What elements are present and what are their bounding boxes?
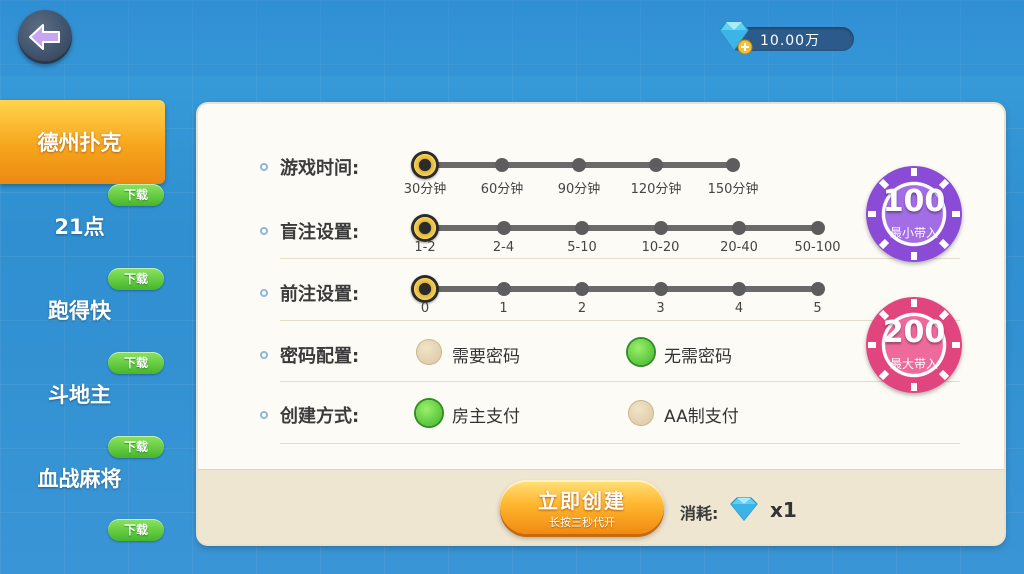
game-time-option-label: 30分钟: [403, 182, 447, 197]
cost-label: 消耗:: [680, 504, 719, 523]
ante-label: 前注设置:: [260, 280, 359, 306]
tab-blackjack[interactable]: 21点: [0, 184, 165, 268]
divider: [280, 258, 960, 259]
ante-option-label: 1: [499, 301, 508, 316]
blind-option-label: 10-20: [641, 240, 680, 255]
tab-label: 跑得快: [48, 299, 111, 323]
max-buyin-label: 最大带入: [889, 357, 938, 371]
min-buyin-value: 100: [882, 184, 946, 219]
game-time-stop[interactable]: [572, 158, 586, 172]
game-time-label: 游戏时间:: [260, 154, 359, 180]
tab-mahjong[interactable]: 血战麻将: [0, 436, 165, 520]
blind-stop[interactable]: [810, 221, 825, 235]
top-bar: [0, 0, 1024, 76]
divider: [280, 443, 960, 444]
arrow-left-icon: [29, 24, 60, 50]
divider: [280, 381, 960, 382]
tab-doudizhu[interactable]: 斗地主: [0, 352, 165, 436]
ante-option-label: 0: [420, 301, 430, 316]
blind-option-label: 5-10: [567, 240, 597, 255]
ante-stop[interactable]: [575, 282, 589, 296]
divider: [280, 320, 960, 321]
blind-stop[interactable]: [575, 221, 589, 235]
password-required-radio[interactable]: [416, 339, 442, 365]
download-button[interactable]: 下载: [108, 519, 164, 541]
cost-value: x1: [770, 498, 797, 522]
blind-option-label: 50-100: [794, 240, 841, 255]
min-buyin-label: 最小带入: [889, 226, 938, 240]
game-time-stop[interactable]: [726, 158, 740, 172]
blind-option-label: 2-4: [492, 240, 515, 255]
ante-stop[interactable]: [810, 282, 825, 296]
create-mode-label: 创建方式:: [260, 402, 359, 428]
bullet-icon: [260, 227, 268, 235]
create-room-panel: 游戏时间: 盲注设置: 前注设置: 密码配置: 需要密码 无需密码 创建方式: …: [198, 104, 1004, 544]
ante-option-label: 5: [813, 301, 822, 316]
max-buyin-value: 200: [882, 315, 946, 350]
bullet-icon: [260, 351, 268, 359]
tab-run-fast[interactable]: 跑得快: [0, 268, 165, 352]
no-password-radio[interactable]: [628, 339, 654, 365]
blind-option-label: 1-2: [414, 240, 436, 255]
game-time-knob[interactable]: [411, 151, 439, 179]
game-time-option-label: 90分钟: [557, 182, 601, 197]
blind-stop[interactable]: [732, 221, 746, 235]
blind-label: 盲注设置:: [260, 218, 359, 244]
no-password-label: 无需密码: [664, 347, 732, 367]
aa-pay-label: AA制支付: [664, 407, 739, 427]
ante-stop[interactable]: [732, 282, 746, 296]
game-time-option-label: 120分钟: [630, 182, 682, 197]
host-pay-label: 房主支付: [452, 407, 520, 427]
blind-stop[interactable]: [653, 221, 668, 235]
ante-option-label: 2: [577, 301, 587, 316]
tab-texas-holdem[interactable]: 德州扑克: [0, 100, 165, 184]
aa-pay-radio[interactable]: [628, 400, 654, 426]
blind-knob[interactable]: [411, 214, 439, 242]
diamond-count: 10.00万: [760, 33, 821, 49]
host-pay-radio[interactable]: [416, 400, 442, 426]
bullet-icon: [260, 163, 268, 171]
bullet-icon: [260, 289, 268, 297]
ante-slider[interactable]: [425, 286, 817, 292]
blind-stop[interactable]: [496, 221, 511, 235]
back-button[interactable]: [18, 10, 72, 64]
game-time-option-label: 60分钟: [480, 182, 524, 197]
diamond-icon: [730, 497, 758, 521]
blind-option-label: 20-40: [720, 240, 758, 255]
password-label: 密码配置:: [260, 342, 359, 368]
create-now-sub: 长按三秒代开: [549, 516, 615, 529]
ante-knob[interactable]: [411, 275, 439, 303]
blind-slider[interactable]: [425, 225, 817, 231]
tab-label: 21点: [54, 215, 105, 239]
tab-label: 德州扑克: [37, 131, 122, 155]
game-time-option-label: 150分钟: [707, 182, 759, 197]
ante-option-label: 4: [734, 301, 744, 316]
game-time-stop[interactable]: [649, 158, 663, 172]
game-time-stop[interactable]: [495, 158, 509, 172]
diamond-plus-icon[interactable]: [714, 16, 754, 56]
ante-stop[interactable]: [496, 282, 511, 296]
password-required-label: 需要密码: [452, 347, 520, 367]
min-buyin-chip: 100 最小带入: [866, 166, 962, 262]
create-now-label: 立即创建: [538, 489, 626, 513]
max-buyin-chip: 200 最大带入: [866, 297, 962, 393]
ante-option-label: 3: [656, 301, 665, 316]
bullet-icon: [260, 411, 268, 419]
tab-label: 血战麻将: [37, 467, 122, 491]
game-sidebar: 德州扑克 下载 21点 下载 跑得快 下载 斗地主 下载 血战麻将 下载: [0, 100, 170, 574]
create-now-button[interactable]: 立即创建 长按三秒代开: [500, 480, 664, 534]
tab-label: 斗地主: [48, 383, 111, 407]
ante-stop[interactable]: [653, 282, 668, 296]
